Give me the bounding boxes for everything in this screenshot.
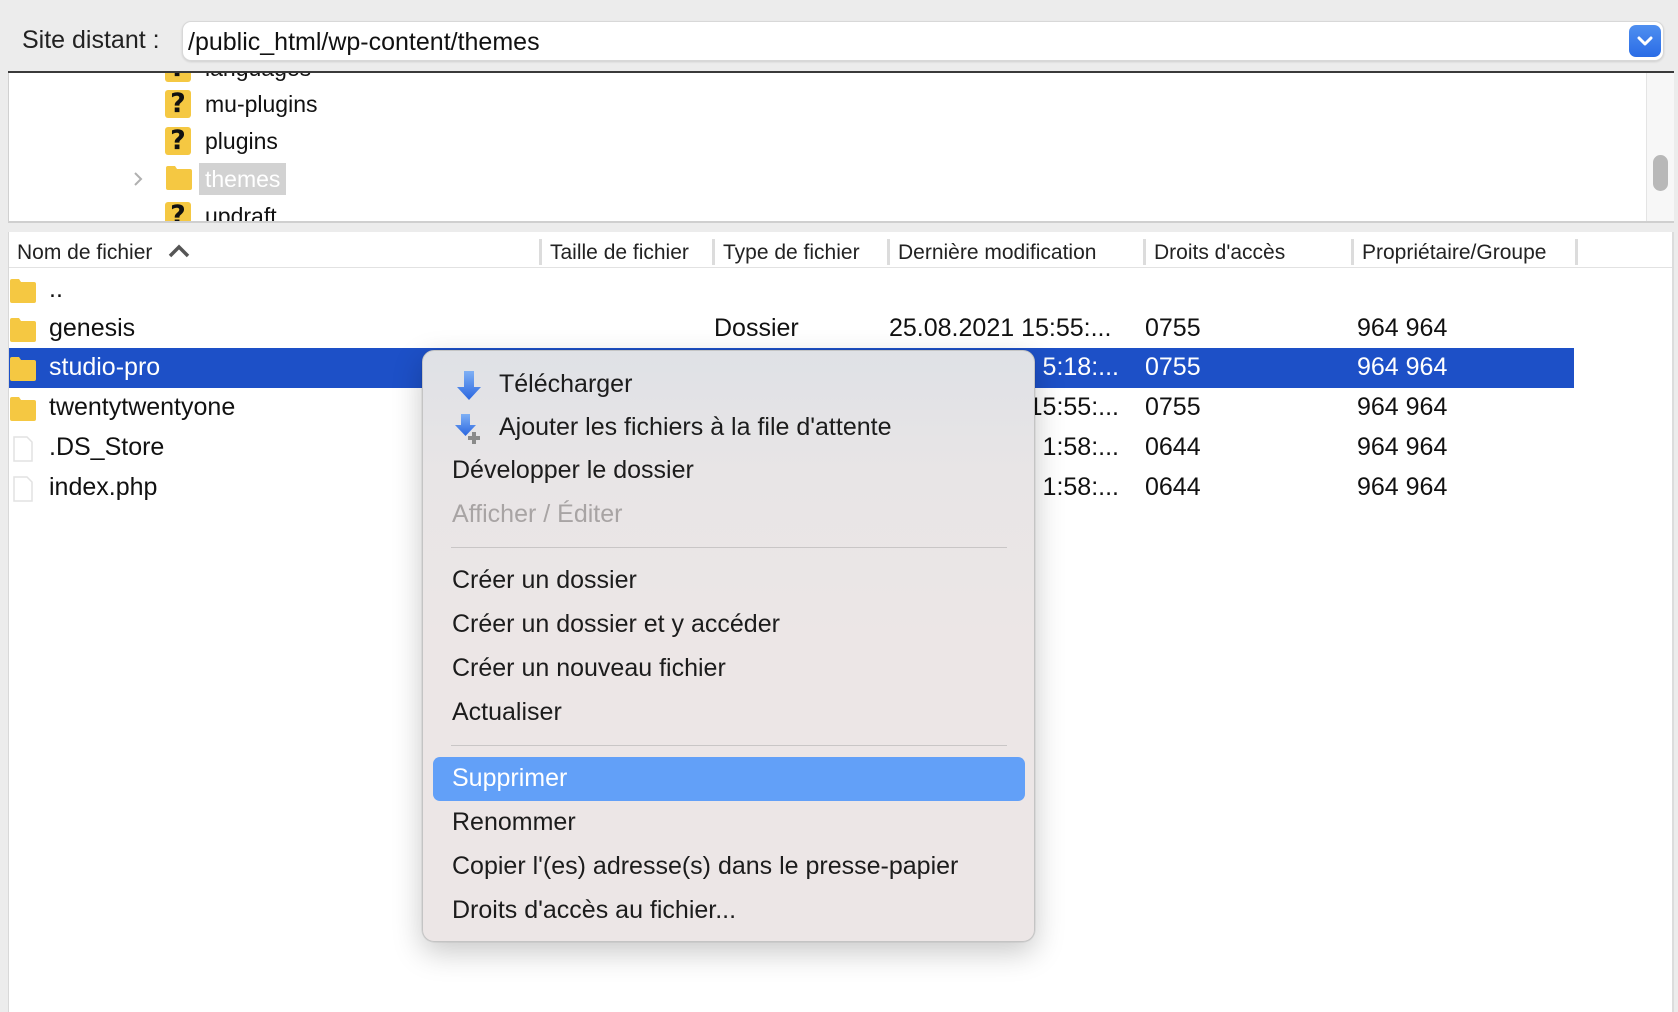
menu-item-create-new-file[interactable]: Créer un nouveau fichier: [433, 647, 1025, 691]
tree-item-selected[interactable]: themes: [9, 160, 1639, 198]
file-owner: 964 964: [1357, 314, 1448, 342]
file-modified: 1:58:...: [1042, 473, 1119, 501]
remote-directory-tree: ? languages ? mu-plugins ? plugins theme…: [8, 73, 1674, 223]
menu-separator: [451, 547, 1007, 548]
menu-item-add-to-queue[interactable]: Ajouter les fichiers à la file d'attente: [433, 406, 1025, 450]
menu-item-copy-urls[interactable]: Copier l'(es) adresse(s) dans le presse-…: [433, 845, 1025, 889]
menu-item-view-edit: Afficher / Éditer: [433, 493, 1025, 537]
folder-icon: [9, 356, 37, 382]
menu-item-label: Renommer: [452, 808, 576, 836]
menu-item-expand-folder[interactable]: Développer le dossier: [433, 449, 1025, 493]
tree-scrollbar-thumb[interactable]: [1653, 155, 1668, 191]
file-name: .DS_Store: [49, 433, 165, 461]
menu-item-label: Ajouter les fichiers à la file d'attente: [499, 413, 892, 441]
tree-item-label: languages: [199, 73, 317, 84]
menu-item-label: Créer un dossier et y accéder: [452, 610, 780, 638]
tree-item-label: updraft: [205, 203, 277, 223]
menu-item-download[interactable]: Télécharger: [433, 363, 1025, 407]
folder-icon: [9, 317, 37, 343]
column-header-label: Nom de fichier: [17, 241, 153, 264]
tree-item[interactable]: ? mu-plugins: [9, 85, 1639, 123]
file-name: ..: [49, 275, 63, 303]
menu-item-file-permissions[interactable]: Droits d'accès au fichier...: [433, 889, 1025, 933]
file-permissions: 0755: [1145, 393, 1201, 421]
context-menu: Télécharger Ajouter les fichiers à la fi…: [422, 350, 1035, 942]
file-owner: 964 964: [1357, 473, 1448, 501]
folder-icon: [9, 278, 37, 304]
column-header-owner[interactable]: Propriétaire/Groupe: [1351, 239, 1546, 265]
column-header-size[interactable]: Taille de fichier: [539, 239, 689, 265]
file-name: index.php: [49, 473, 158, 501]
menu-item-label: Créer un nouveau fichier: [452, 654, 726, 682]
path-history-dropdown-button[interactable]: [1629, 25, 1661, 57]
tree-item-label: plugins: [205, 128, 278, 154]
file-name: twentytwentyone: [49, 393, 236, 421]
chevron-down-icon: [1637, 36, 1653, 46]
menu-item-label: Supprimer: [452, 764, 568, 792]
menu-item-label: Droits d'accès au fichier...: [452, 896, 737, 924]
file-list-header: Nom de fichier Taille de fichier Type de…: [9, 236, 1672, 268]
column-header-name[interactable]: Nom de fichier: [9, 239, 190, 265]
column-header-modified[interactable]: Dernière modification: [887, 239, 1096, 265]
tree-item[interactable]: ? plugins: [9, 122, 1639, 160]
remote-path-input[interactable]: /public_html/wp-content/themes: [182, 21, 1664, 61]
column-header-permissions[interactable]: Droits d'accès: [1143, 239, 1285, 265]
file-type: Dossier: [714, 314, 799, 342]
column-header-type[interactable]: Type de fichier: [712, 239, 860, 265]
sort-ascending-icon: [168, 244, 190, 258]
menu-item-label: Copier l'(es) adresse(s) dans le presse-…: [452, 852, 959, 880]
file-permissions: 0644: [1145, 473, 1201, 501]
remote-site-label: Site distant :: [22, 26, 160, 54]
file-owner: 964 964: [1357, 353, 1448, 381]
download-arrow-icon: [457, 371, 481, 400]
unknown-folder-icon: ?: [165, 202, 193, 221]
file-modified: 1:58:...: [1042, 433, 1119, 461]
add-to-queue-icon: [455, 414, 480, 444]
menu-item-label: Afficher / Éditer: [452, 500, 623, 528]
menu-item-create-folder-and-enter[interactable]: Créer un dossier et y accéder: [433, 603, 1025, 647]
file-permissions: 0755: [1145, 353, 1201, 381]
menu-item-create-folder[interactable]: Créer un dossier: [433, 559, 1025, 603]
menu-separator: [451, 745, 1007, 746]
file-owner: 964 964: [1357, 433, 1448, 461]
file-owner: 964 964: [1357, 393, 1448, 421]
file-permissions: 0755: [1145, 314, 1201, 342]
menu-item-refresh[interactable]: Actualiser: [433, 691, 1025, 735]
folder-icon: [9, 396, 37, 422]
column-end-separator: [1575, 239, 1578, 265]
menu-item-label: Actualiser: [452, 698, 562, 726]
expand-chevron-icon[interactable]: [131, 169, 145, 189]
file-icon: [9, 476, 37, 502]
unknown-folder-icon: ?: [165, 90, 193, 118]
file-name: studio-pro: [49, 353, 161, 381]
menu-item-label: Télécharger: [499, 370, 633, 398]
menu-item-delete[interactable]: Supprimer: [433, 757, 1025, 801]
file-modified: 25.08.2021 15:55:...: [889, 314, 1112, 342]
tree-scrollbar[interactable]: [1646, 73, 1674, 221]
file-modified: 15:55:...: [1028, 393, 1119, 421]
menu-item-rename[interactable]: Renommer: [433, 801, 1025, 845]
menu-item-label: Créer un dossier: [452, 566, 637, 594]
file-modified: 5:18:...: [1042, 353, 1119, 381]
unknown-folder-icon: ?: [165, 127, 193, 155]
tree-item[interactable]: ? updraft: [9, 197, 1639, 223]
tree-item-label: mu-plugins: [205, 91, 318, 117]
tree-item-label: themes: [199, 163, 287, 195]
file-permissions: 0644: [1145, 433, 1201, 461]
file-row[interactable]: genesis Dossier 25.08.2021 15:55:... 075…: [9, 309, 1574, 349]
menu-item-label: Développer le dossier: [452, 456, 694, 484]
file-icon: [9, 436, 37, 462]
file-name: genesis: [49, 314, 136, 342]
file-row[interactable]: ..: [9, 270, 1574, 310]
folder-icon: [165, 165, 193, 193]
unknown-folder-icon: ?: [165, 73, 193, 82]
